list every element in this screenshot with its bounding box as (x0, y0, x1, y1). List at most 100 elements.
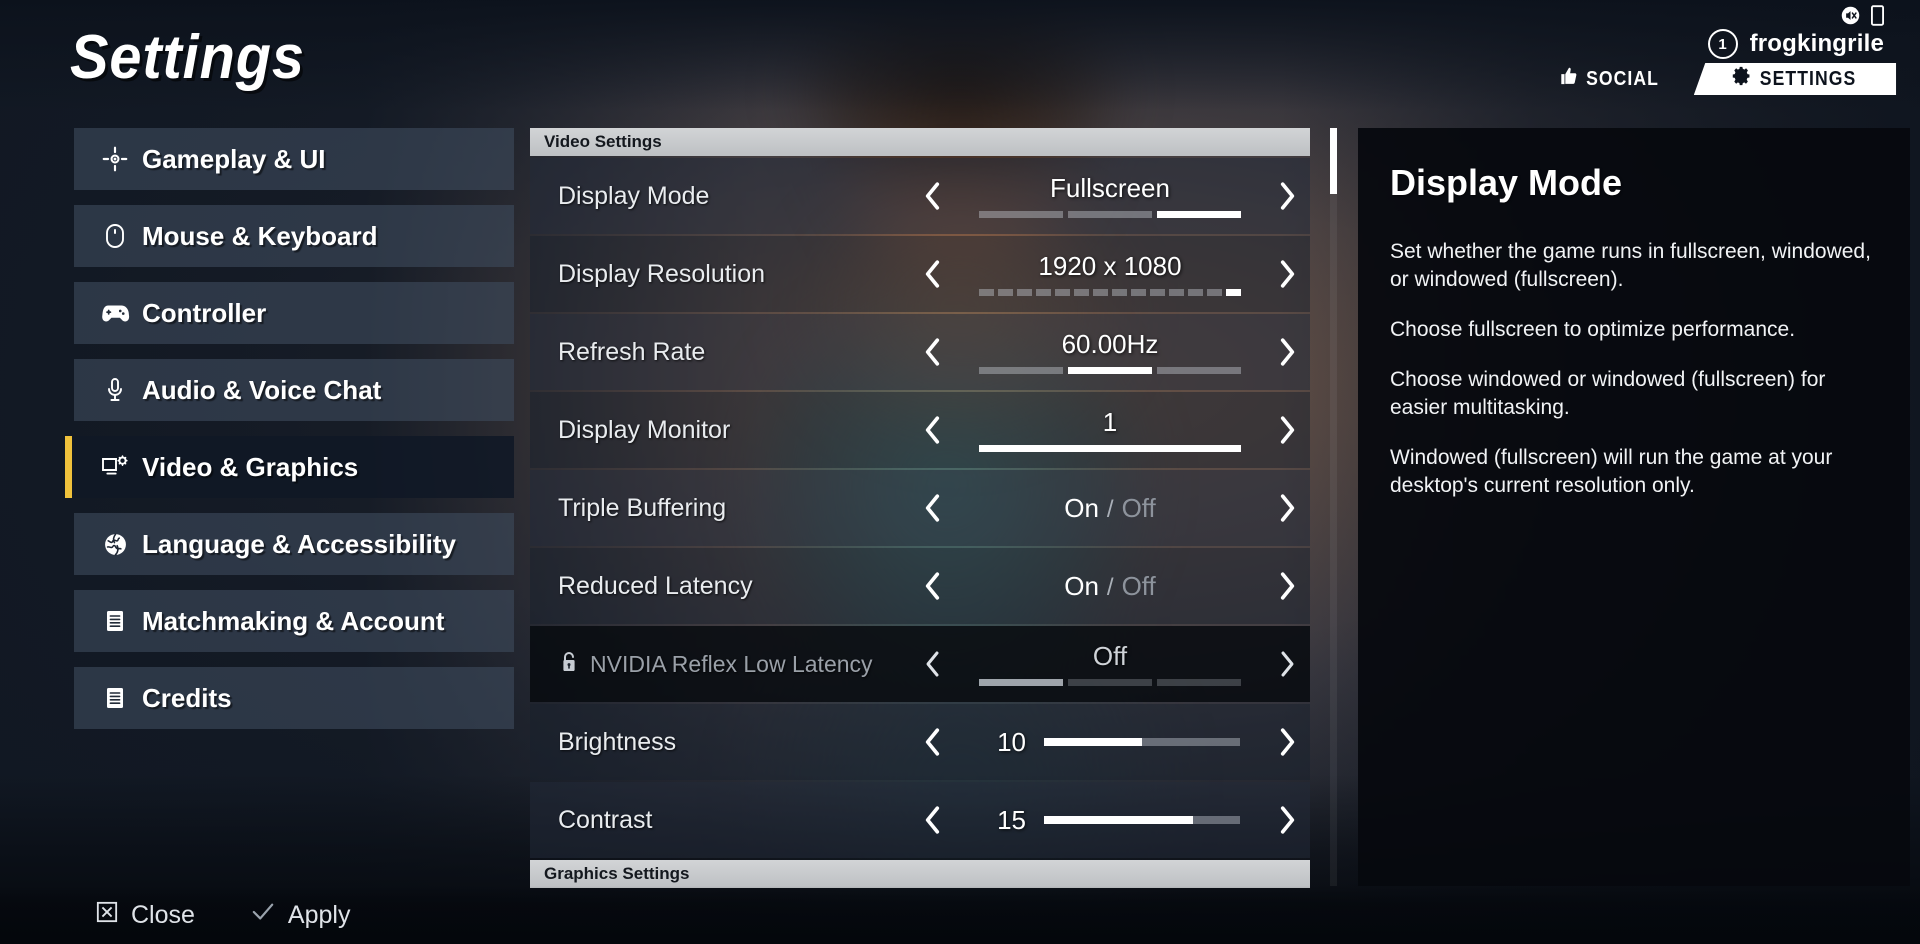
setting-control[interactable]: 1 (956, 392, 1264, 468)
sidebar-item-label: Audio & Voice Chat (142, 374, 382, 405)
setting-label-group: Display Resolution (530, 260, 910, 289)
increase-arrow-button[interactable] (1264, 259, 1310, 289)
segment-indicator (1068, 210, 1152, 218)
status-icon-group (1490, 4, 1910, 26)
increase-arrow-button[interactable] (1264, 650, 1310, 678)
setting-row[interactable]: Contrast 15 (530, 782, 1310, 858)
sidebar-item-gameplay-ui[interactable]: Gameplay & UI (74, 128, 514, 190)
tab-social-label: SOCIAL (1586, 67, 1660, 90)
sidebar-item-label: Credits (142, 682, 232, 713)
segment-indicator (1169, 288, 1184, 296)
check-icon (251, 901, 275, 930)
increase-arrow-button[interactable] (1264, 337, 1310, 367)
setting-control[interactable]: Off (956, 626, 1264, 702)
increase-arrow-button[interactable] (1264, 571, 1310, 601)
tab-social[interactable]: SOCIAL (1543, 63, 1675, 95)
header-tabs: SOCIAL SETTINGS (1490, 63, 1910, 95)
settings-list: Video Settings Display Mode Fullscreen Dis… (530, 128, 1310, 888)
x-key-icon (96, 901, 118, 930)
segmented-indicator[interactable] (979, 288, 1241, 296)
decrease-arrow-button[interactable] (910, 181, 956, 211)
full-indicator-bar[interactable] (979, 444, 1241, 452)
toggle-control[interactable]: On / Off (1064, 493, 1156, 524)
sidebar-item-video-graphics[interactable]: Video & Graphics (65, 436, 514, 498)
decrease-arrow-button[interactable] (910, 493, 956, 523)
segmented-indicator[interactable] (979, 678, 1241, 686)
sidebar-item-credits[interactable]: Credits (74, 667, 514, 729)
increase-arrow-button[interactable] (1264, 181, 1310, 211)
setting-control[interactable]: On / Off (956, 470, 1264, 546)
segment-indicator (979, 678, 1063, 686)
header-top-right: 1 frogkingrile SOCIAL SETTINGS (1490, 4, 1910, 95)
toggle-off-label: Off (1121, 492, 1156, 523)
setting-control[interactable]: 10 (956, 704, 1264, 780)
decrease-arrow-button[interactable] (910, 337, 956, 367)
setting-row[interactable]: Refresh Rate 60.00Hz (530, 314, 1310, 390)
apply-button-label: Apply (287, 900, 351, 929)
toggle-off-label: Off (1121, 570, 1156, 601)
settings-sidebar: Gameplay & UI Mouse & Keyboard Controller A… (65, 128, 514, 744)
segment-indicator (1074, 288, 1089, 296)
segment-indicator (1068, 678, 1152, 686)
setting-row[interactable]: Display Resolution 1920 x 1080 (530, 236, 1310, 312)
increase-arrow-button[interactable] (1264, 415, 1310, 445)
user-info[interactable]: 1 frogkingrile (1490, 29, 1910, 59)
decrease-arrow-button[interactable] (910, 259, 956, 289)
decrease-arrow-button[interactable] (910, 727, 956, 757)
settings-scrollbar[interactable] (1330, 128, 1337, 886)
microphone-icon (100, 377, 130, 403)
decrease-arrow-button[interactable] (910, 415, 956, 445)
setting-row[interactable]: Triple Buffering On / Off (530, 470, 1310, 546)
setting-control[interactable]: On / Off (956, 548, 1264, 624)
sidebar-item-matchmaking-account[interactable]: Matchmaking & Account (74, 590, 514, 652)
setting-row[interactable]: Brightness 10 (530, 704, 1310, 780)
toggle-control[interactable]: On / Off (1064, 571, 1156, 602)
sidebar-item-audio-voice-chat[interactable]: Audio & Voice Chat (74, 359, 514, 421)
segment-indicator (1150, 288, 1165, 296)
muted-audio-icon[interactable] (1840, 5, 1861, 26)
increase-arrow-button[interactable] (1264, 493, 1310, 523)
setting-control[interactable]: 15 (956, 782, 1264, 858)
segmented-indicator[interactable] (979, 210, 1241, 218)
detail-paragraph: Set whether the game runs in fullscreen,… (1390, 240, 1871, 291)
decrease-arrow-button[interactable] (910, 650, 956, 678)
setting-label-group: Brightness (530, 728, 910, 757)
setting-label: Display Resolution (558, 259, 766, 288)
bottom-action-bar: Close Apply (0, 886, 1920, 944)
increase-arrow-button[interactable] (1264, 727, 1310, 757)
setting-value: 1 (1102, 406, 1118, 437)
apply-button[interactable]: Apply (251, 900, 351, 930)
sidebar-item-language-accessibility[interactable]: Language & Accessibility (74, 513, 514, 575)
segment-indicator (1157, 210, 1241, 218)
setting-label-group: Contrast (530, 806, 910, 835)
battery-icon (1871, 4, 1884, 26)
segment-indicator (1157, 678, 1241, 686)
scrollbar-thumb[interactable] (1330, 128, 1337, 194)
setting-control[interactable]: 1920 x 1080 (956, 236, 1264, 312)
setting-label-group: Refresh Rate (530, 338, 910, 367)
decrease-arrow-button[interactable] (910, 571, 956, 601)
decrease-arrow-button[interactable] (910, 805, 956, 835)
close-button-label: Close (131, 900, 195, 929)
setting-row[interactable]: NVIDIA Reflex Low Latency Off (530, 626, 1310, 702)
detail-title: Display Mode (1390, 162, 1623, 203)
tab-settings-label: SETTINGS (1759, 67, 1857, 90)
setting-value: Off (1092, 640, 1128, 671)
sidebar-item-mouse-keyboard[interactable]: Mouse & Keyboard (74, 205, 514, 267)
slider-track[interactable] (1044, 816, 1240, 824)
setting-row[interactable]: Display Mode Fullscreen (530, 158, 1310, 234)
segment-indicator (1036, 288, 1051, 296)
setting-value: 15 (997, 805, 1026, 835)
increase-arrow-button[interactable] (1264, 805, 1310, 835)
sidebar-item-controller[interactable]: Controller (74, 282, 514, 344)
setting-row[interactable]: Display Monitor 1 (530, 392, 1310, 468)
detail-paragraph: Choose fullscreen to optimize performanc… (1390, 318, 1796, 341)
setting-control[interactable]: Fullscreen (956, 158, 1264, 234)
slider-track[interactable] (1044, 738, 1240, 746)
tab-settings[interactable]: SETTINGS (1693, 63, 1897, 95)
gear-icon (1710, 65, 1752, 93)
close-button[interactable]: Close (96, 901, 195, 930)
segmented-indicator[interactable] (979, 366, 1241, 374)
setting-row[interactable]: Reduced Latency On / Off (530, 548, 1310, 624)
setting-control[interactable]: 60.00Hz (956, 314, 1264, 390)
